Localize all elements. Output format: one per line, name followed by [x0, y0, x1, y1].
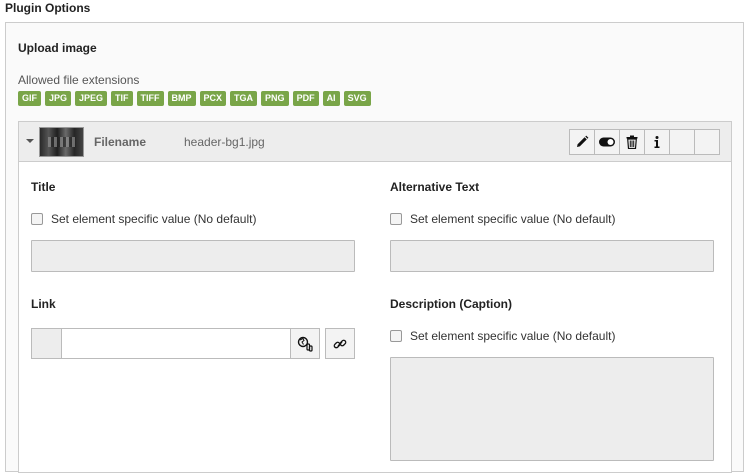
link-chain-icon [333, 339, 347, 348]
file-reference-panel: Filename header-bg1.jpg Title Set elemen… [18, 121, 732, 473]
delete-button[interactable] [619, 129, 645, 155]
link-browser-button[interactable] [290, 328, 320, 359]
file-actions [569, 129, 720, 155]
filename-label: Filename [94, 135, 147, 149]
alt-element-specific-checkbox[interactable] [390, 213, 402, 225]
toggle-icon [599, 137, 615, 147]
extension-badge: TIFF [136, 91, 164, 106]
info-icon [654, 136, 660, 148]
plugin-options-fieldset: Upload image Allowed file extensions GIF… [5, 22, 744, 473]
extension-badge: AI [322, 91, 340, 106]
collapse-caret-icon[interactable] [26, 139, 34, 143]
info-button[interactable] [644, 129, 670, 155]
alternative-text-label: Alternative Text [390, 180, 480, 194]
extension-badge: GIF [18, 91, 41, 106]
description-textarea[interactable] [390, 357, 714, 461]
plugin-options-title: Plugin Options [5, 1, 91, 15]
title-label: Title [31, 180, 56, 194]
link-prefix-addon [31, 328, 62, 359]
image-thumbnail [39, 127, 84, 157]
extension-badge: JPG [45, 91, 72, 106]
description-element-specific-label: Set element specific value (No default) [410, 329, 616, 343]
extension-badge: JPEG [75, 91, 108, 106]
link-open-button[interactable] [325, 328, 355, 359]
trash-icon [626, 135, 638, 149]
edit-button[interactable] [569, 129, 595, 155]
extension-badge: TIF [111, 91, 133, 106]
title-element-specific-label: Set element specific value (No default) [51, 212, 257, 226]
extension-badge: PNG [261, 91, 289, 106]
link-input[interactable] [61, 328, 291, 359]
alt-element-specific-label: Set element specific value (No default) [410, 212, 616, 226]
upload-image-title: Upload image [18, 41, 97, 55]
description-label: Description (Caption) [390, 297, 512, 311]
extension-badge: SVG [343, 91, 371, 106]
extension-badge: PCX [199, 91, 227, 106]
file-reference-header[interactable]: Filename header-bg1.jpg [19, 122, 731, 162]
extension-badges: GIF JPG JPEG TIF TIFF BMP PCX TGA PNG PD… [18, 91, 371, 106]
title-element-specific-row[interactable]: Set element specific value (No default) [31, 212, 256, 226]
link-label: Link [31, 297, 56, 311]
extension-badge: TGA [230, 91, 258, 106]
extension-badge: BMP [167, 91, 196, 106]
alternative-text-input[interactable] [390, 240, 714, 272]
allowed-extensions-label: Allowed file extensions [18, 73, 140, 87]
empty-action-button[interactable] [669, 129, 695, 155]
toggle-visibility-button[interactable] [594, 129, 620, 155]
empty-action-button[interactable] [694, 129, 720, 155]
title-input[interactable] [31, 240, 355, 272]
extension-badge: PDF [292, 91, 319, 106]
filename-value: header-bg1.jpg [184, 135, 265, 149]
link-browser-icon [297, 336, 313, 352]
description-element-specific-checkbox[interactable] [390, 330, 402, 342]
description-element-specific-row[interactable]: Set element specific value (No default) [390, 329, 615, 343]
alt-element-specific-row[interactable]: Set element specific value (No default) [390, 212, 615, 226]
title-element-specific-checkbox[interactable] [31, 213, 43, 225]
pencil-icon [577, 135, 589, 147]
